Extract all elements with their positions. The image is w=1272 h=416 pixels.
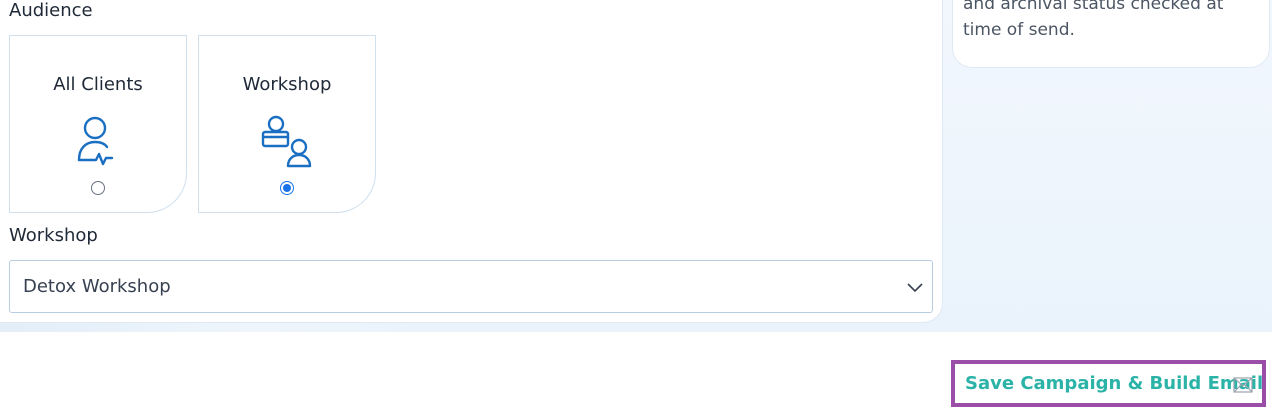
workshop-users-icon xyxy=(261,115,312,168)
radio-workshop[interactable] xyxy=(280,181,294,195)
audience-label: Audience xyxy=(9,0,93,21)
envelope-icon xyxy=(1233,377,1253,393)
radio-all-clients[interactable] xyxy=(91,181,105,195)
campaign-form-card: Audience All Clients Workshop Workshop D… xyxy=(0,0,943,323)
save-campaign-button[interactable]: Save Campaign & Build Email xyxy=(951,360,1266,407)
audience-option-workshop[interactable]: Workshop xyxy=(198,35,376,213)
info-panel: and archival status checked at time of s… xyxy=(952,0,1270,68)
audience-option-all-clients[interactable]: All Clients xyxy=(9,35,187,213)
workshop-select-value: Detox Workshop xyxy=(23,276,171,297)
workshop-label: Workshop xyxy=(9,225,98,246)
client-activity-icon xyxy=(77,116,114,166)
info-panel-text: and archival status checked at time of s… xyxy=(963,0,1224,40)
audience-option-title: All Clients xyxy=(53,74,143,95)
workshop-select[interactable]: Detox Workshop xyxy=(9,260,933,313)
page: Audience All Clients Workshop Workshop D… xyxy=(0,0,1272,416)
chevron-down-icon xyxy=(907,283,923,293)
save-campaign-label: Save Campaign & Build Email xyxy=(965,373,1264,394)
audience-option-title: Workshop xyxy=(242,74,332,95)
